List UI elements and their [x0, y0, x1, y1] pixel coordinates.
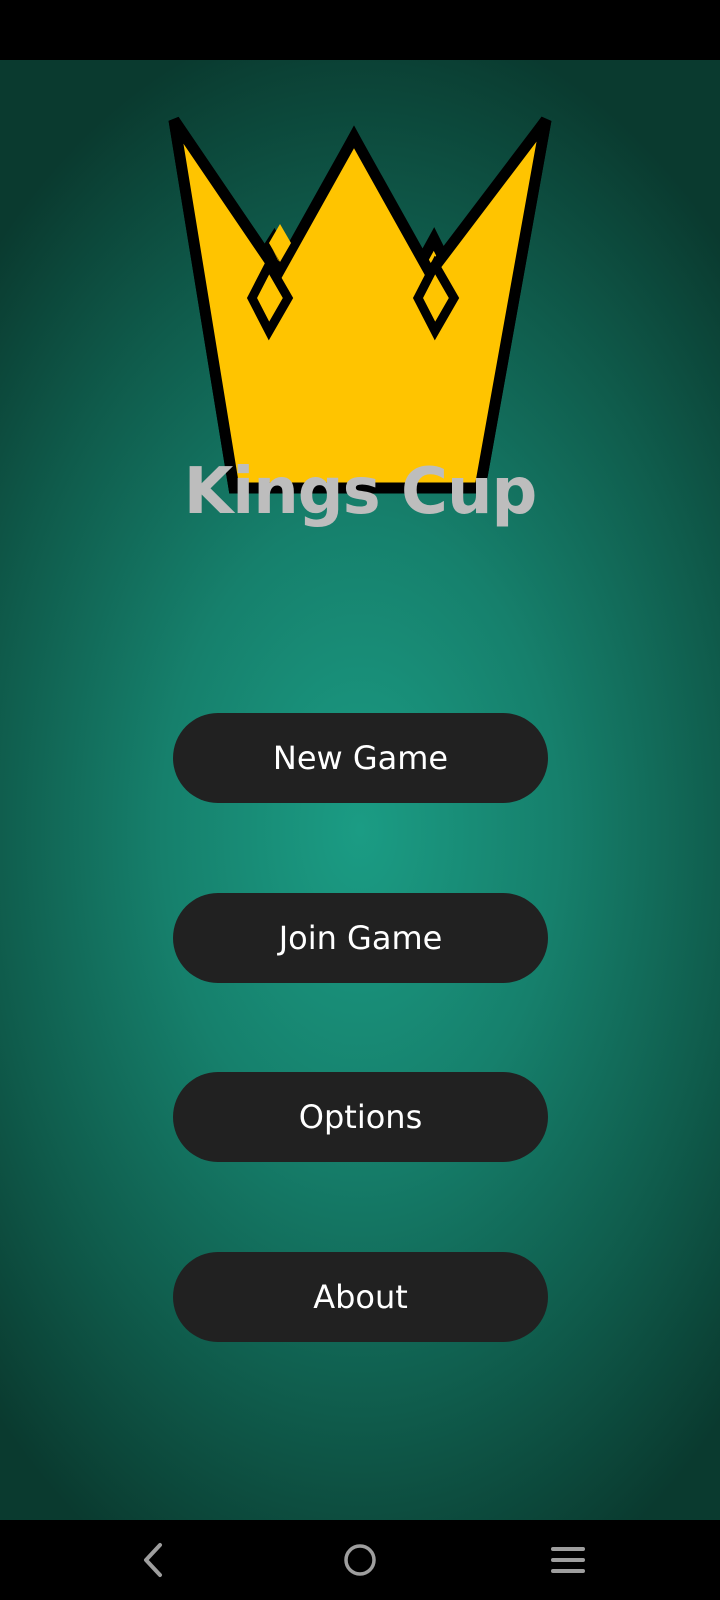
- system-navigation-bar: [0, 1520, 720, 1600]
- about-button[interactable]: About: [173, 1252, 548, 1342]
- hamburger-menu-icon: [551, 1547, 585, 1573]
- circle-home-icon: [344, 1544, 376, 1576]
- main-menu-screen: Kings Cup New Game Join Game Options Abo…: [0, 60, 720, 1520]
- status-bar: [0, 0, 720, 60]
- nav-back-button[interactable]: [94, 1520, 214, 1600]
- new-game-button[interactable]: New Game: [173, 713, 548, 803]
- join-game-button[interactable]: Join Game: [173, 893, 548, 983]
- nav-menu-button[interactable]: [508, 1520, 628, 1600]
- crown-icon: [168, 116, 552, 494]
- options-button[interactable]: Options: [173, 1072, 548, 1162]
- app-title: Kings Cup: [183, 455, 538, 529]
- chevron-left-icon: [144, 1543, 162, 1577]
- nav-home-button[interactable]: [300, 1520, 420, 1600]
